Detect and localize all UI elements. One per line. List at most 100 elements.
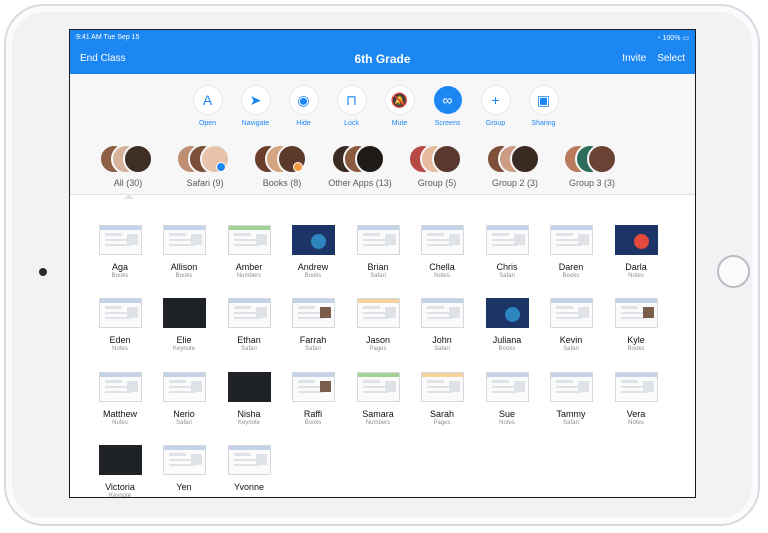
student-tile[interactable]: Amber Numbers	[217, 225, 281, 299]
group-filter-item[interactable]: Other Apps (13)	[322, 144, 398, 192]
student-tile[interactable]: Aga Books	[88, 225, 152, 299]
group-label: Group 2 (3)	[491, 178, 539, 188]
student-tile[interactable]: Farrah Safari	[281, 298, 345, 372]
thumbnail-toolbar	[421, 226, 463, 230]
student-screen-thumbnail	[98, 445, 142, 475]
thumbnail-content-block	[168, 453, 186, 456]
thumbnail-content-block	[620, 306, 638, 309]
student-current-app: Books	[111, 273, 129, 279]
student-tile[interactable]: Victoria Keynote	[88, 445, 152, 497]
select-button[interactable]: Select	[657, 53, 685, 64]
student-tile[interactable]: Allison Books	[152, 225, 216, 299]
toolbar-group-button[interactable]: + Group	[478, 86, 513, 127]
student-tile[interactable]: Samara Numbers	[346, 372, 410, 446]
toolbar-lock-button[interactable]: ⊓ Lock	[334, 86, 369, 127]
thumbnail-content-block	[555, 233, 573, 236]
class-title: 6th Grade	[354, 52, 411, 66]
student-tile[interactable]: Ethan Safari	[217, 298, 281, 372]
student-tile[interactable]: Daren Books	[539, 225, 603, 299]
thumbnail-toolbar	[550, 226, 592, 230]
student-tile[interactable]: Juliana Books	[475, 298, 539, 372]
student-screen-thumbnail	[227, 298, 271, 328]
thumbnail-toolbar	[292, 373, 334, 377]
student-screen-thumbnail	[356, 225, 400, 255]
student-tile[interactable]: Andrew Books	[281, 225, 345, 299]
toolbar-label: Mute	[391, 120, 408, 127]
group-filter-item[interactable]: All (30)	[90, 144, 166, 199]
student-tile[interactable]: Nerio Safari	[152, 372, 216, 446]
home-button[interactable]	[717, 255, 750, 288]
student-name: Darla	[625, 262, 647, 272]
student-current-app: Books	[562, 273, 580, 279]
student-tile[interactable]: Chris Safari	[475, 225, 539, 299]
thumbnail-content-block	[513, 381, 525, 392]
thumbnail-content-block	[190, 454, 202, 465]
student-tile[interactable]: Nisha Keynote	[217, 372, 281, 446]
toolbar-open-button[interactable]: A Open	[190, 86, 225, 127]
eye-hide-icon: ◉	[289, 86, 318, 114]
student-tile[interactable]: Yen	[152, 445, 216, 497]
toolbar-sharing-button[interactable]: ▣ Sharing	[526, 86, 561, 127]
thumbnail-toolbar	[99, 226, 141, 230]
student-tile[interactable]: Eden Notes	[88, 298, 152, 372]
student-name: Nisha	[237, 409, 261, 419]
student-tile[interactable]: Brian Safari	[346, 225, 410, 299]
student-name: Sue	[498, 409, 515, 419]
student-group-filter: All (30) Safari (9) Books (8) Other Apps (1…	[90, 144, 670, 199]
student-tile[interactable]: Darla Notes	[604, 225, 668, 299]
thumbnail-content-block	[448, 381, 460, 392]
student-name: Matthew	[102, 409, 137, 419]
student-tile[interactable]: Matthew Notes	[88, 372, 152, 446]
student-tile[interactable]: John Safari	[410, 298, 474, 372]
avatar-stack	[486, 144, 544, 174]
student-screen-thumbnail	[614, 225, 658, 255]
toolbar-mute-button[interactable]: 🔕 Mute	[382, 86, 417, 127]
student-name: Andrew	[297, 262, 329, 272]
biology-cover-image	[310, 234, 326, 249]
student-tile[interactable]: Elie Keynote	[152, 298, 216, 372]
thumbnail-content-block	[319, 381, 331, 392]
thumbnail-content-block	[255, 234, 267, 245]
student-screen-grid: Aga Books Allison Books Amber Numbers Andrew Bo…	[88, 210, 678, 497]
toolbar-screens-button[interactable]: ∞ Screens	[430, 86, 465, 127]
toolbar-hide-button[interactable]: ◉ Hide	[286, 86, 321, 127]
biology-cover-image	[504, 307, 520, 322]
battery-icon: ▭	[682, 35, 689, 42]
student-tile[interactable]: Tammy Safari	[539, 372, 603, 446]
student-tile[interactable]: Sarah Pages	[410, 372, 474, 446]
group-filter-item[interactable]: Group 2 (3)	[477, 144, 553, 192]
student-tile[interactable]: Kyle Books	[604, 298, 668, 372]
thumbnail-content-block	[362, 233, 380, 236]
student-tile[interactable]: Kevin Safari	[539, 298, 603, 372]
group-filter-item[interactable]: Group (5)	[399, 144, 475, 192]
student-screen-thumbnail	[485, 225, 529, 255]
avatar	[277, 144, 307, 174]
student-tile[interactable]: Jason Pages	[346, 298, 410, 372]
student-tile[interactable]: Sue Notes	[475, 372, 539, 446]
group-label: Group (5)	[417, 178, 457, 188]
group-filter-item[interactable]: Books (8)	[244, 144, 320, 192]
thumbnail-content-block	[555, 380, 573, 383]
safari-icon	[216, 162, 226, 172]
student-name: Kyle	[627, 335, 645, 345]
student-tile[interactable]: Chella Notes	[410, 225, 474, 299]
student-tile[interactable]: Yvonne	[217, 445, 281, 497]
student-name: Daren	[558, 262, 584, 272]
thumbnail-content-block	[362, 380, 380, 383]
thumbnail-toolbar	[228, 299, 270, 303]
student-tile[interactable]: Vera Notes	[604, 372, 668, 446]
student-screen-thumbnail	[549, 225, 593, 255]
group-filter-item[interactable]: Safari (9)	[167, 144, 243, 192]
student-tile[interactable]: Raffi Books	[281, 372, 345, 446]
student-current-app: Books	[304, 273, 322, 279]
toolbar-navigate-button[interactable]: ➤ Navigate	[238, 86, 273, 127]
thumbnail-toolbar	[615, 373, 657, 377]
app-store-icon: A	[193, 86, 222, 114]
student-name: Vera	[626, 409, 646, 419]
group-label: Other Apps (13)	[328, 178, 392, 188]
student-name: Yvonne	[233, 482, 265, 492]
student-name: Juliana	[492, 335, 522, 345]
thumbnail-content-block	[448, 307, 460, 318]
invite-button[interactable]: Invite	[622, 53, 646, 64]
group-filter-item[interactable]: Group 3 (3)	[554, 144, 630, 192]
